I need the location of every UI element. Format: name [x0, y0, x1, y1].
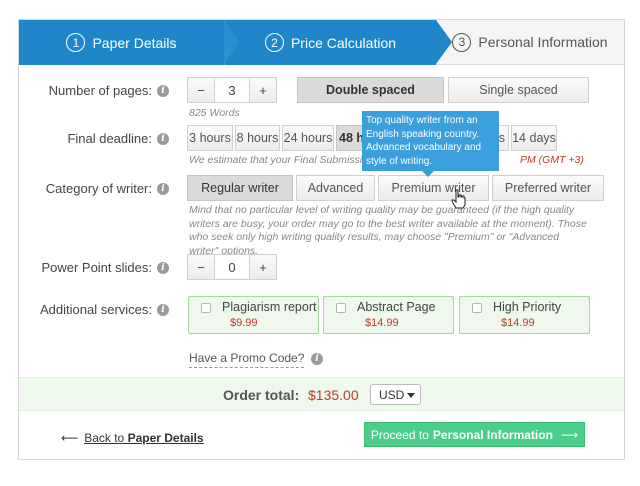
slides-value[interactable]: 0 — [215, 254, 249, 280]
checkbox[interactable] — [336, 303, 346, 313]
pages-value[interactable]: 3 — [215, 77, 249, 103]
info-icon[interactable]: i — [157, 84, 169, 97]
service-plagiarism-report[interactable]: Plagiarism report $9.99 — [188, 296, 319, 334]
checkbox[interactable] — [201, 303, 211, 313]
slides-minus-button[interactable]: − — [187, 254, 215, 280]
proceed-prefix: Proceed to — [370, 427, 429, 442]
service-name: High Priority — [493, 300, 562, 314]
pages-minus-button[interactable]: − — [187, 77, 215, 103]
deadline-note-text: We estimate that your Final Submission D… — [189, 154, 391, 166]
info-icon[interactable]: i — [157, 132, 169, 145]
service-abstract-page[interactable]: Abstract Page $14.99 — [323, 296, 454, 334]
deadline-label: Final deadline: i — [67, 131, 169, 146]
service-name: Plagiarism report — [222, 300, 317, 314]
order-form: 1 Paper Details 2 Price Calculation 3 Pe… — [18, 19, 625, 460]
step-number: 1 — [66, 33, 86, 52]
step-price-calculation[interactable]: 2 Price Calculation — [224, 20, 452, 65]
word-count: 825 Words — [189, 107, 240, 119]
checkbox[interactable] — [472, 303, 482, 313]
writer-note: Mind that no particular level of writing… — [189, 204, 587, 257]
info-icon[interactable]: i — [157, 261, 169, 274]
services-label-text: Additional services: — [40, 302, 152, 317]
proceed-target: Personal Information — [432, 427, 553, 442]
chevron-down-icon — [407, 393, 415, 398]
order-total-label: Order total: — [223, 387, 300, 403]
promo-code-link[interactable]: Have a Promo Code? — [189, 351, 305, 368]
step-label: Price Calculation — [290, 34, 397, 51]
info-icon[interactable]: i — [311, 353, 323, 365]
double-spaced-button[interactable]: Double spaced — [297, 77, 444, 103]
service-name: Abstract Page — [357, 300, 436, 314]
deadline-8-hours[interactable]: 8 hours — [235, 125, 280, 151]
premium-writer-tooltip: Top quality writer from an English speak… — [362, 111, 499, 177]
step-number: 2 — [264, 33, 284, 52]
pages-label: Number of pages: i — [49, 83, 169, 98]
arrow-left-icon: ⟵ — [61, 431, 79, 445]
pages-stepper: − 3 + — [187, 77, 277, 103]
currency-value: USD — [379, 387, 405, 402]
slides-label: Power Point slides: i — [41, 260, 169, 275]
writer-regular-button[interactable]: Regular writer — [187, 175, 293, 201]
deadline-24-hours[interactable]: 24 hours — [282, 125, 334, 151]
step-personal-information[interactable]: 3 Personal Information — [436, 20, 624, 65]
writer-advanced-button[interactable]: Advanced — [296, 175, 375, 201]
deadline-time: PM (GMT +3) — [520, 154, 584, 166]
single-spaced-button[interactable]: Single spaced — [448, 77, 589, 103]
progress-steps: 1 Paper Details 2 Price Calculation 3 Pe… — [19, 20, 624, 65]
hand-cursor-icon — [451, 189, 466, 209]
service-price: $14.99 — [501, 317, 535, 329]
deadline-note: We estimate that your Final Submission D… — [189, 154, 390, 168]
back-prefix: Back to — [84, 431, 128, 445]
step-paper-details[interactable]: 1 Paper Details — [19, 20, 239, 65]
deadline-14-days[interactable]: 14 days — [511, 125, 557, 151]
proceed-button[interactable]: Proceed to Personal Information ⟶ — [364, 422, 585, 447]
currency-select[interactable]: USD — [370, 384, 421, 405]
step-number: 3 — [452, 32, 472, 52]
services-label: Additional services: i — [40, 302, 169, 317]
info-icon[interactable]: i — [157, 303, 169, 316]
writer-premium-button[interactable]: Premium writer — [378, 175, 489, 201]
pages-plus-button[interactable]: + — [249, 77, 277, 103]
pages-label-text: Number of pages: — [48, 83, 152, 98]
writer-label: Category of writer: i — [46, 181, 169, 196]
back-link-text: Back to Paper Details — [84, 431, 203, 445]
writer-label-text: Category of writer: — [45, 181, 152, 196]
deadline-3-hours[interactable]: 3 hours — [187, 125, 233, 151]
slides-plus-button[interactable]: + — [249, 254, 277, 280]
writer-preferred-button[interactable]: Preferred writer — [492, 175, 604, 201]
arrow-right-icon: ⟶ — [560, 427, 579, 442]
slides-stepper: − 0 + — [187, 254, 277, 280]
deadline-label-text: Final deadline: — [67, 131, 152, 146]
step-label: Personal Information — [478, 34, 608, 50]
service-price: $14.99 — [365, 317, 399, 329]
service-price: $9.99 — [230, 317, 258, 329]
back-to-paper-details-link[interactable]: ⟵ Back to Paper Details — [61, 431, 204, 445]
order-total-bar: Order total: $135.00 USD — [19, 377, 624, 411]
slides-label-text: Power Point slides: — [41, 260, 152, 275]
step-label: Paper Details — [92, 34, 177, 51]
info-icon[interactable]: i — [157, 182, 169, 195]
back-target: Paper Details — [127, 431, 204, 445]
order-total-value: $135.00 — [308, 387, 359, 403]
service-high-priority[interactable]: High Priority $14.99 — [459, 296, 590, 334]
